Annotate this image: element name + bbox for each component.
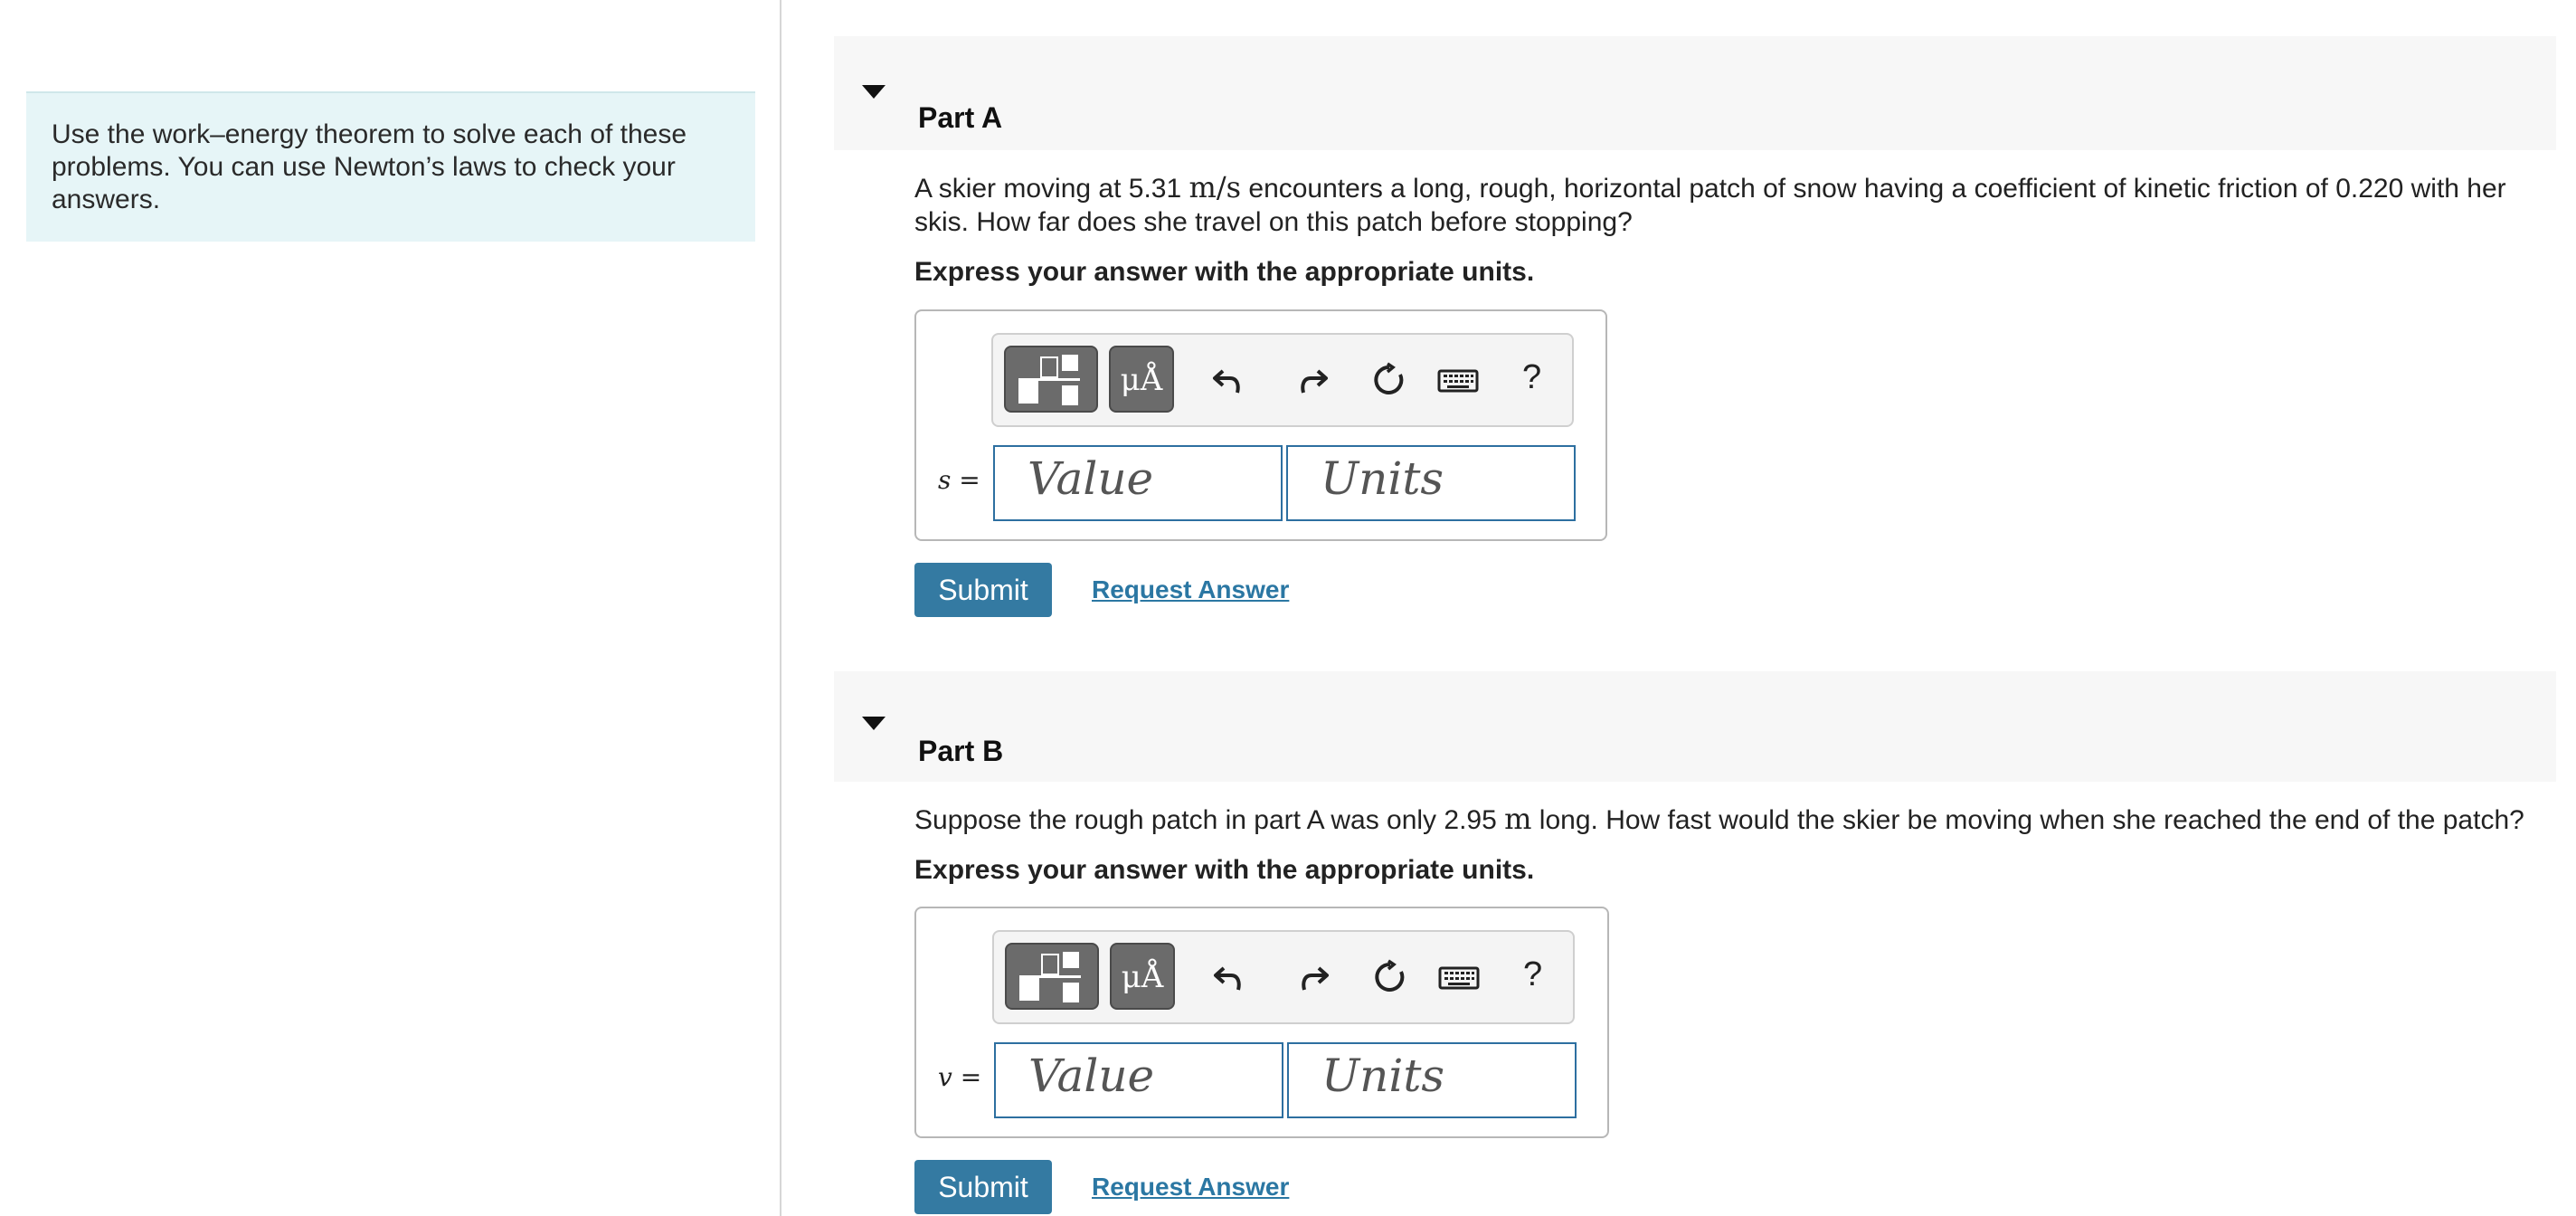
sidebar: Use the work–energy theorem to solve eac… — [0, 0, 781, 1216]
keyboard-icon[interactable] — [1437, 959, 1481, 995]
submit-button[interactable]: Submit — [914, 563, 1052, 617]
redo-icon[interactable] — [1294, 362, 1331, 398]
question-text-start: A skier moving at 5.31 — [914, 174, 1189, 204]
part-b-answer-box: μÅ ? v = Value Units — [914, 907, 1609, 1138]
request-answer-link[interactable]: Request Answer — [1092, 575, 1289, 604]
keyboard-icon[interactable] — [1436, 362, 1480, 398]
help-button[interactable]: ? — [1522, 358, 1541, 397]
help-button[interactable]: ? — [1523, 955, 1542, 994]
request-answer-link[interactable]: Request Answer — [1092, 1173, 1289, 1202]
part-a-header[interactable]: Part A — [834, 36, 2556, 150]
value-input[interactable]: Value — [993, 445, 1283, 521]
templates-button[interactable] — [1004, 346, 1098, 413]
units-input[interactable]: Units — [1287, 1042, 1577, 1118]
math-toolbar: μÅ ? — [992, 930, 1575, 1024]
equals-sign: = — [960, 1062, 982, 1092]
question-unit: m/s — [1189, 170, 1242, 204]
variable-label: v = — [938, 1062, 981, 1092]
symbols-button[interactable]: μÅ — [1109, 346, 1174, 413]
reset-icon[interactable] — [1372, 959, 1408, 995]
variable-symbol: v — [938, 1062, 952, 1092]
redo-icon[interactable] — [1295, 959, 1331, 995]
part-b-header[interactable]: Part B — [834, 671, 2556, 782]
submit-button[interactable]: Submit — [914, 1160, 1052, 1214]
collapse-caret-icon[interactable] — [862, 85, 886, 99]
question-text-start: Suppose the rough patch in part A was on… — [914, 805, 1505, 835]
part-a-answer-box: μÅ ? s = Value Units — [914, 309, 1607, 541]
reset-icon[interactable] — [1371, 362, 1407, 398]
instructions-note: Use the work–energy theorem to solve eac… — [26, 91, 755, 242]
part-a-title: Part A — [918, 101, 1003, 134]
value-input[interactable]: Value — [994, 1042, 1283, 1118]
math-toolbar: μÅ ? — [991, 333, 1574, 427]
part-b-question: Suppose the rough patch in part A was on… — [914, 803, 2543, 837]
part-a-instruction: Express your answer with the appropriate… — [914, 257, 1535, 287]
question-unit: m — [1504, 802, 1532, 836]
variable-label: s = — [938, 465, 980, 495]
equals-sign: = — [959, 465, 980, 495]
instructions-text: Use the work–energy theorem to solve eac… — [52, 119, 687, 214]
part-b-instruction: Express your answer with the appropriate… — [914, 855, 1535, 885]
collapse-caret-icon[interactable] — [862, 717, 886, 730]
question-text-end: long. How fast would the skier be moving… — [1531, 805, 2524, 835]
undo-icon[interactable] — [1210, 362, 1246, 398]
part-b-title: Part B — [918, 735, 1004, 767]
templates-button[interactable] — [1005, 943, 1099, 1010]
units-input[interactable]: Units — [1286, 445, 1576, 521]
symbols-button[interactable]: μÅ — [1110, 943, 1175, 1010]
undo-icon[interactable] — [1211, 959, 1247, 995]
part-a-question: A skier moving at 5.31 m/s encounters a … — [914, 171, 2543, 239]
variable-symbol: s — [938, 465, 952, 495]
